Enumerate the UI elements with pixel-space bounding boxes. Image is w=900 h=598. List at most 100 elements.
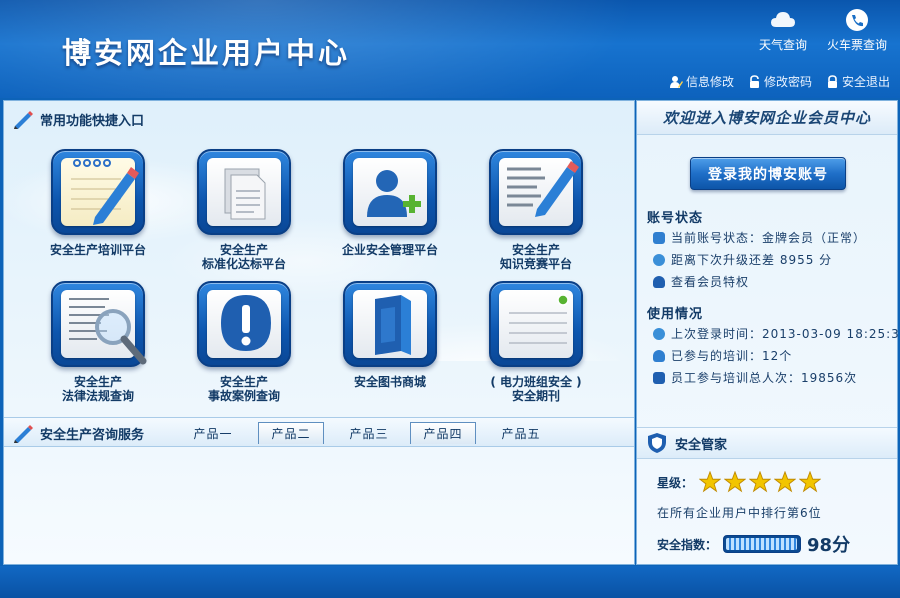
train-ticket-query-button[interactable]: 火车票查询	[822, 8, 892, 53]
safety-index-label: 安全指数：	[657, 537, 718, 552]
footer-bar	[0, 566, 900, 598]
app-knowledge-contest[interactable]: 安全生产 知识竞赛平台	[466, 149, 606, 271]
trainings-text: 已参与的培训：12个	[671, 349, 793, 363]
app-safety-training[interactable]: 安全生产培训平台	[28, 149, 168, 257]
text-sheet-pencil-icon	[507, 161, 579, 217]
clock-icon	[653, 327, 665, 340]
star-icon	[774, 471, 797, 493]
account-panel: 欢迎进入博安网企业会员中心 登录我的博安账号 账号状态 当前账号状态：金牌会员（…	[636, 100, 900, 565]
app-label: 安全生产	[219, 243, 268, 257]
status-text: 当前账号状态：金牌会员（正常）	[671, 231, 867, 245]
header: 博安网企业用户中心 天气查询 火车票查询 信息修改 修改密码 安全退出	[0, 0, 900, 98]
user-menu: 信息修改 修改密码 安全退出	[669, 73, 890, 90]
shield-icon	[648, 433, 666, 453]
pencil-icon	[14, 111, 33, 129]
usage-title: 使用情况	[647, 307, 704, 322]
documents-icon	[224, 168, 266, 220]
logout-label: 安全退出	[841, 75, 890, 89]
star-list	[699, 471, 822, 493]
app-accident-cases[interactable]: 安全生产 事故案例查询	[174, 281, 314, 403]
app-enterprise-management[interactable]: 企业安全管理平台	[320, 149, 460, 257]
safety-index: 安全指数： 98分	[657, 531, 850, 557]
app-label: 安全图书商城	[353, 375, 426, 389]
app-tile	[343, 149, 437, 235]
rank-text: 在所有企业用户中排行第6位	[657, 506, 822, 520]
tab-product-1[interactable]: 产品一	[180, 422, 246, 444]
train-ticket-query-label: 火车票查询	[826, 38, 887, 52]
phone-icon	[846, 9, 868, 31]
tab-product-3[interactable]: 产品三	[336, 422, 402, 444]
exit-icon	[827, 75, 837, 88]
star-icon	[699, 471, 722, 493]
app-tile	[51, 149, 145, 235]
app-label-2: 知识竞赛平台	[499, 257, 572, 271]
person-icon	[653, 349, 665, 362]
change-password-link[interactable]: 修改密码	[748, 73, 812, 90]
app-tile	[343, 281, 437, 367]
app-label: 安全生产	[511, 243, 560, 257]
app-book-store[interactable]: 安全图书商城	[320, 281, 460, 389]
safety-manager-header: 安全管家	[637, 427, 897, 459]
status-line-level: 当前账号状态：金牌会员（正常）	[653, 229, 866, 246]
star-rating-label: 星级：	[657, 475, 694, 490]
safety-manager-title: 安全管家	[675, 437, 728, 453]
tab-product-5[interactable]: 产品五	[488, 422, 554, 444]
app-tile	[489, 149, 583, 235]
notebook-pencil-icon	[71, 159, 139, 225]
main-panel: 常用功能快捷入口 安全生产培训平台 安全生产 标准化达标平台 企业安全管理平台 …	[3, 100, 635, 565]
app-standardization[interactable]: 安全生产 标准化达标平台	[174, 149, 314, 271]
safety-index-value: 98分	[807, 535, 851, 556]
app-label: 企业安全管理平台	[341, 243, 438, 257]
app-label: 安全生产	[73, 375, 122, 389]
cloud-icon	[771, 12, 795, 27]
app-label: ( 电力班组安全 )	[490, 375, 582, 389]
last-login-text: 上次登录时间：2013-03-09 18:25:32	[671, 327, 900, 341]
consult-tab-bar: 安全生产咨询服务 产品一 产品二 产品三 产品四 产品五	[4, 417, 634, 447]
lock-icon	[749, 75, 759, 88]
add-user-icon	[367, 170, 421, 217]
star-icon	[724, 471, 747, 493]
usage-line-participants: 员工参与培训总人次：19856次	[653, 369, 857, 386]
upgrade-text: 距离下次升级还差 8955 分	[671, 253, 833, 267]
quick-access-title: 常用功能快捷入口	[40, 113, 145, 129]
star-icon	[749, 471, 772, 493]
app-label-2: 事故案例查询	[207, 389, 280, 403]
app-label-2: 安全期刊	[511, 389, 560, 403]
consult-header: 安全生产咨询服务	[12, 419, 144, 447]
privileges-text: 查看会员特权	[671, 275, 750, 289]
participants-text: 员工参与培训总人次：19856次	[671, 371, 858, 385]
app-tile	[51, 281, 147, 367]
magnifier-document-icon	[69, 298, 147, 365]
app-label: 安全生产培训平台	[49, 243, 146, 257]
account-status-title: 账号状态	[647, 211, 704, 226]
usage-line-trainings: 已参与的培训：12个	[653, 347, 792, 364]
weather-query-label: 天气查询	[758, 38, 807, 52]
app-label-2: 法律法规查询	[61, 389, 134, 403]
weather-query-button[interactable]: 天气查询	[748, 8, 818, 53]
app-label: 安全生产	[219, 375, 268, 389]
safety-index-bar	[723, 535, 802, 553]
warning-icon	[221, 295, 271, 351]
globe-icon	[653, 253, 665, 266]
tab-product-4[interactable]: 产品四	[410, 422, 476, 444]
app-tile	[197, 281, 291, 367]
app-laws-query[interactable]: 安全生产 法律法规查询	[28, 281, 168, 403]
welcome-title: 欢迎进入博安网企业会员中心	[637, 101, 897, 135]
edit-info-link[interactable]: 信息修改	[669, 73, 734, 90]
star-icon	[799, 471, 822, 493]
safety-index-fill	[726, 538, 797, 550]
star-rating: 星级：	[657, 471, 822, 493]
pencil-icon	[14, 425, 33, 443]
member-privileges-link[interactable]: 查看会员特权	[653, 273, 749, 290]
notepad-icon	[509, 294, 569, 344]
tab-product-2[interactable]: 产品二	[258, 422, 324, 444]
app-tile	[489, 281, 583, 367]
site-logo[interactable]: 博安网企业用户中心	[62, 30, 350, 72]
user-edit-icon	[669, 76, 683, 88]
logout-link[interactable]: 安全退出	[826, 73, 890, 90]
app-safety-journal[interactable]: ( 电力班组安全 ) 安全期刊	[466, 281, 606, 403]
edit-info-label: 信息修改	[685, 75, 734, 89]
login-button[interactable]: 登录我的博安账号	[690, 157, 846, 190]
app-tile	[197, 149, 291, 235]
usage-line-last-login: 上次登录时间：2013-03-09 18:25:32	[653, 325, 900, 342]
